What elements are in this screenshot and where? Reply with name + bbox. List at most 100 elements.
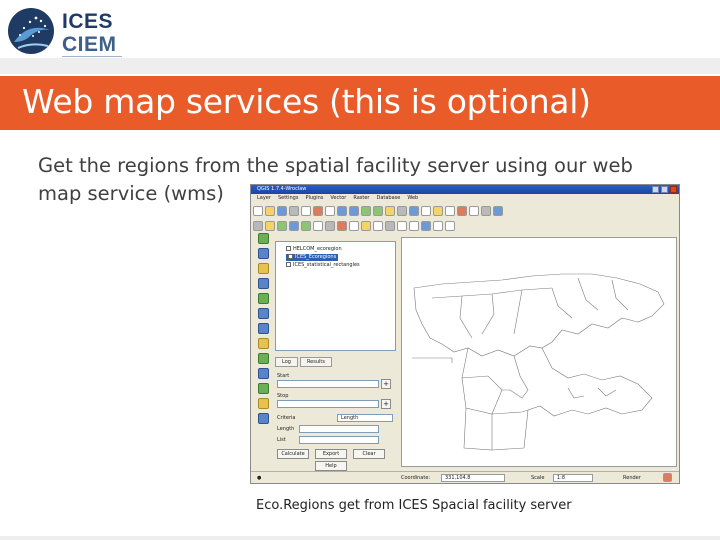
grass-tool-icon[interactable] [257, 398, 269, 409]
clear-button[interactable]: Clear [353, 449, 385, 459]
edit-icon[interactable] [253, 221, 263, 231]
help-button[interactable]: Help [315, 461, 347, 471]
zoom-full-icon[interactable] [361, 206, 371, 216]
add-postgis-icon[interactable] [301, 221, 311, 231]
add-raster-icon[interactable] [289, 221, 299, 231]
save-as-icon[interactable] [289, 206, 299, 216]
extra-tool-icon[interactable] [257, 413, 269, 424]
copy-icon[interactable] [433, 221, 443, 231]
zoom-selection-icon[interactable] [385, 206, 395, 216]
cut-icon[interactable] [421, 221, 431, 231]
list-field[interactable] [299, 436, 379, 444]
qgis-status-bar: ● Coordinate: 331,104.8 Scale 1:8 Render [251, 471, 679, 483]
annotation-icon[interactable] [481, 206, 491, 216]
menu-item[interactable]: Database [376, 194, 400, 203]
select-icon[interactable] [433, 206, 443, 216]
render-toggle-icon[interactable] [663, 473, 672, 482]
menu-item[interactable]: Raster [353, 194, 369, 203]
digitize-icon[interactable] [385, 221, 395, 231]
stop-label: Stop [277, 393, 289, 399]
criteria-label: Criteria [277, 415, 296, 421]
add-vector-icon[interactable] [277, 221, 287, 231]
tab-log[interactable]: Log [275, 357, 298, 367]
layer-tool-icon[interactable] [257, 248, 269, 259]
plugin-icon[interactable] [493, 206, 503, 216]
layer-checkbox[interactable] [288, 254, 293, 259]
export-button[interactable]: Export [315, 449, 347, 459]
start-field[interactable] [277, 380, 379, 388]
scale-label: Scale [531, 475, 545, 481]
close-icon[interactable] [670, 186, 677, 193]
new-project-icon[interactable] [253, 206, 263, 216]
slide-title: Web map services (this is optional) [22, 82, 591, 121]
add-wfs-icon[interactable] [325, 221, 335, 231]
layer-checkbox[interactable] [286, 262, 291, 267]
rotate-label-icon[interactable] [373, 221, 383, 231]
qgis-left-toolbar [254, 233, 272, 424]
layer-item-selected[interactable]: ICES_Ecoregions [286, 254, 339, 261]
composer-icon[interactable] [313, 206, 323, 216]
menu-item[interactable]: Vector [330, 194, 346, 203]
zoom-layer-icon[interactable] [373, 206, 383, 216]
status-message-icon: ● [257, 475, 262, 481]
layer-item[interactable]: ICES_statistical_rectangles [286, 262, 360, 269]
criteria-value: Length [341, 415, 359, 421]
scale-value: 1:8 [557, 475, 566, 481]
maximize-icon[interactable] [661, 186, 668, 193]
stop-add-button[interactable]: + [381, 399, 391, 409]
globe-tool-icon[interactable] [257, 353, 269, 364]
qgis-toolbar-2 [253, 219, 455, 233]
panel-tabs: Log Results [275, 357, 332, 367]
georef-tool-icon[interactable] [257, 368, 269, 379]
start-add-button[interactable]: + [381, 379, 391, 389]
measure-icon[interactable] [445, 206, 455, 216]
label-icon[interactable] [349, 221, 359, 231]
save-icon[interactable] [277, 206, 287, 216]
gps-tool-icon[interactable] [257, 338, 269, 349]
menu-item[interactable]: Web [407, 194, 418, 203]
qgis-menu-bar: Layer Settings Plugins Vector Raster Dat… [251, 194, 679, 203]
scale-field[interactable]: 1:8 [553, 474, 593, 482]
wfs-tool-icon[interactable] [257, 323, 269, 334]
add-wms-icon[interactable] [313, 221, 323, 231]
menu-item[interactable]: Settings [278, 194, 299, 203]
menu-item[interactable]: Plugins [305, 194, 323, 203]
zoom-last-icon[interactable] [397, 206, 407, 216]
vertex-tool-icon[interactable] [257, 233, 269, 244]
new-layer-icon[interactable] [337, 221, 347, 231]
calculate-button[interactable]: Calculate [277, 449, 309, 459]
criteria-select[interactable]: Length [337, 414, 393, 422]
delete-icon[interactable] [409, 221, 419, 231]
layer-checkbox[interactable] [286, 246, 291, 251]
stop-field[interactable] [277, 400, 379, 408]
map-canvas[interactable] [401, 237, 677, 467]
print-icon[interactable] [301, 206, 311, 216]
node-tool-icon[interactable] [397, 221, 407, 231]
identify-icon[interactable] [421, 206, 431, 216]
tab-results[interactable]: Results [299, 357, 332, 367]
analysis-tool-icon[interactable] [257, 383, 269, 394]
paste-icon[interactable] [445, 221, 455, 231]
open-project-icon[interactable] [265, 206, 275, 216]
list-label: List [277, 437, 286, 443]
bookmark-icon[interactable] [469, 206, 479, 216]
layer-name: HELCOM_ecoregion [293, 246, 342, 252]
length-field[interactable] [299, 425, 379, 433]
footer-divider [0, 536, 720, 540]
postgis-tool-icon[interactable] [257, 308, 269, 319]
move-label-icon[interactable] [361, 221, 371, 231]
qgis-toolbar-1 [253, 204, 503, 218]
spatialite-tool-icon[interactable] [257, 293, 269, 304]
coordinate-field[interactable]: 331,104.8 [441, 474, 505, 482]
pan-icon[interactable] [325, 206, 335, 216]
menu-item[interactable]: Layer [257, 194, 271, 203]
map-tips-icon[interactable] [457, 206, 467, 216]
layer-item[interactable]: HELCOM_ecoregion [286, 246, 342, 253]
raster-tool-icon[interactable] [257, 263, 269, 274]
minimize-icon[interactable] [652, 186, 659, 193]
wms-tool-icon[interactable] [257, 278, 269, 289]
capture-point-icon[interactable] [265, 221, 275, 231]
refresh-icon[interactable] [409, 206, 419, 216]
zoom-in-icon[interactable] [337, 206, 347, 216]
zoom-out-icon[interactable] [349, 206, 359, 216]
